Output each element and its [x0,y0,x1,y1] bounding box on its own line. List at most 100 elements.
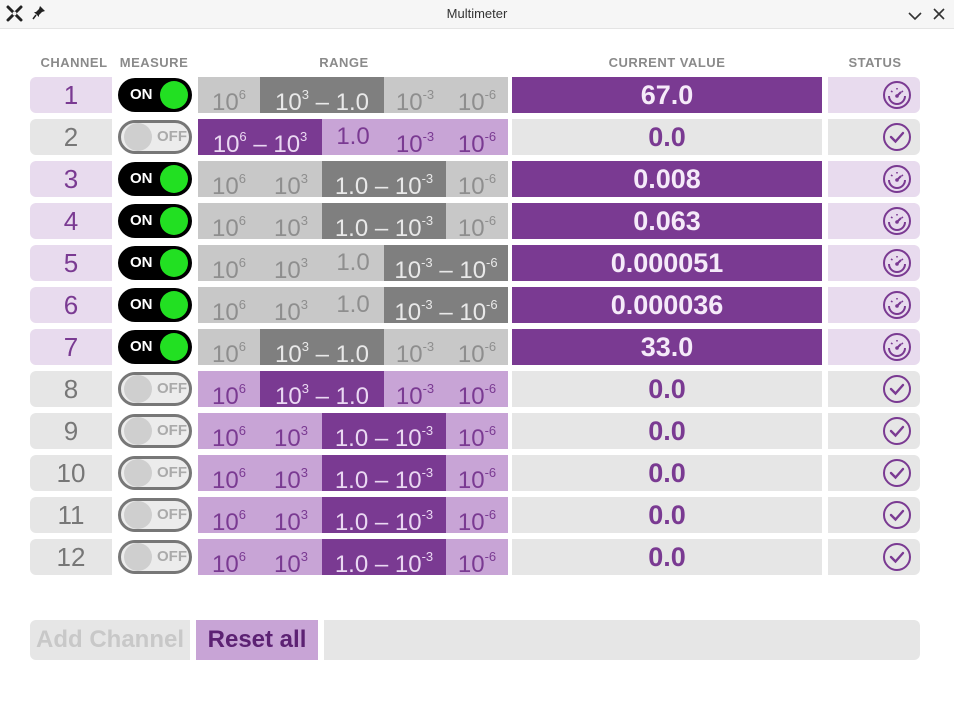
range-option[interactable]: 10-6 [446,413,508,452]
channel-row: 6 ON 106 103 1.0 10-3 – 10-6 0.000036 [0,287,954,326]
measure-toggle[interactable]: ON [118,162,192,196]
channel-number: 9 [30,413,112,449]
range-exponent: 3 [301,381,309,396]
range-option[interactable]: 1.0 – 10-3 [322,539,446,578]
range-selector: 106 103 – 1.0 10-3 10-6 [198,329,508,368]
range-option[interactable]: 1.0 – 10-3 [322,455,446,494]
range-option[interactable]: 106 [198,161,260,200]
range-option[interactable]: 10-3 – 10-6 [384,287,508,326]
range-option[interactable]: 10-6 [446,539,508,578]
range-option[interactable]: 106 [198,497,260,536]
range-base: 10 [457,509,485,536]
range-base: 10 [457,551,485,578]
measure-toggle[interactable]: OFF [118,456,192,490]
range-option[interactable]: 103 [260,245,322,284]
range-base: 1.0 [336,291,370,318]
range-option[interactable]: 1.0 – 10-3 [322,497,446,536]
range-option[interactable]: 103 – 1.0 [260,77,384,116]
range-option[interactable]: 10-3 [384,371,446,410]
range-option[interactable]: 103 [260,413,322,452]
range-option[interactable]: 103 – 1.0 [260,371,384,410]
measure-toggle[interactable]: OFF [118,540,192,574]
range-option[interactable]: 1.0 – 10-3 [322,413,446,452]
toggle-knob [160,333,188,361]
range-base: 10 [274,215,301,242]
range-option[interactable]: 1.0 [322,287,384,323]
range-option[interactable]: 106 – 103 [198,119,322,158]
range-option[interactable]: 103 [260,287,322,326]
measure-toggle[interactable]: OFF [118,498,192,532]
range-exponent: 6 [238,297,246,312]
range-base: 10 [274,173,301,200]
range-exponent: -3 [421,465,434,480]
range-option[interactable]: 106 [198,413,260,452]
range-option[interactable]: 10-3 [384,77,446,116]
channel-row: 12 OFF 106 103 1.0 – 10-3 10-6 0.0 [0,539,954,578]
range-option[interactable]: 10-6 [446,119,508,158]
range-option[interactable]: 103 [260,539,322,578]
range-option[interactable]: 10-6 [446,161,508,200]
range-exponent: -6 [484,171,497,186]
header-current-value: CURRENT VALUE [608,55,726,70]
measure-toggle[interactable]: ON [118,246,192,280]
range-option[interactable]: 10-6 [446,455,508,494]
close-icon[interactable] [933,7,945,25]
range-option[interactable]: 106 [198,245,260,284]
channel-row: 9 OFF 106 103 1.0 – 10-3 10-6 0.0 [0,413,954,452]
range-option[interactable]: 10-3 [384,119,446,158]
range-option[interactable]: 10-6 [446,371,508,410]
measure-toggle[interactable]: ON [118,204,192,238]
range-selector: 106 103 1.0 – 10-3 10-6 [198,455,508,494]
header-range: RANGE [319,55,369,70]
range-option[interactable]: 1.0 [322,119,384,155]
range-selector: 106 103 1.0 – 10-3 10-6 [198,413,508,452]
reset-all-button[interactable]: Reset all [196,620,318,660]
measure-toggle[interactable]: OFF [118,372,192,406]
range-option[interactable]: 10-3 – 10-6 [384,245,508,284]
range-option[interactable]: 103 – 1.0 [260,329,384,368]
range-selector: 106 103 1.0 10-3 – 10-6 [198,245,508,284]
range-option[interactable]: 10-6 [446,329,508,368]
range-option[interactable]: 106 [198,371,260,410]
range-option[interactable]: 103 [260,455,322,494]
title-bar: Multimeter [0,0,954,29]
range-exponent: -3 [422,87,435,102]
channel-number: 6 [30,287,112,323]
range-option[interactable]: 106 [198,203,260,242]
range-option[interactable]: 10-3 [384,329,446,368]
range-option[interactable]: 1.0 – 10-3 [322,161,446,200]
add-channel-button[interactable]: Add Channel [30,620,190,660]
range-option[interactable]: 103 [260,161,322,200]
current-value: 33.0 [512,329,822,365]
range-selector: 106 103 1.0 – 10-3 10-6 [198,539,508,578]
range-option[interactable]: 106 [198,287,260,326]
range-option[interactable]: 106 [198,539,260,578]
range-base: 10 [275,341,302,368]
status-cell [828,203,920,239]
measure-toggle[interactable]: ON [118,288,192,322]
range-selector: 106 103 1.0 – 10-3 10-6 [198,203,508,242]
range-option[interactable]: 106 [198,455,260,494]
range-option[interactable]: 106 [198,329,260,368]
chevron-down-icon[interactable] [908,8,922,26]
range-exponent: -3 [421,213,434,228]
measure-toggle[interactable]: ON [118,330,192,364]
range-option[interactable]: 103 [260,203,322,242]
range-base: 10 [212,299,239,326]
range-base: 10 [212,173,239,200]
range-option[interactable]: 10-6 [446,203,508,242]
range-exponent: 6 [238,507,246,522]
range-option[interactable]: 1.0 [322,245,384,281]
range-option[interactable]: 10-6 [446,497,508,536]
range-option[interactable]: 10-6 [446,77,508,116]
measure-toggle[interactable]: OFF [118,120,192,154]
measure-toggle[interactable]: ON [118,78,192,112]
measure-toggle[interactable]: OFF [118,414,192,448]
range-selector: 106 103 – 1.0 10-3 10-6 [198,371,508,410]
range-option[interactable]: 1.0 – 10-3 [322,203,446,242]
status-cell [828,329,920,365]
range-option[interactable]: 103 [260,497,322,536]
range-option[interactable]: 106 [198,77,260,116]
range-exponent: -3 [421,549,434,564]
range-exponent: -6 [484,549,497,564]
